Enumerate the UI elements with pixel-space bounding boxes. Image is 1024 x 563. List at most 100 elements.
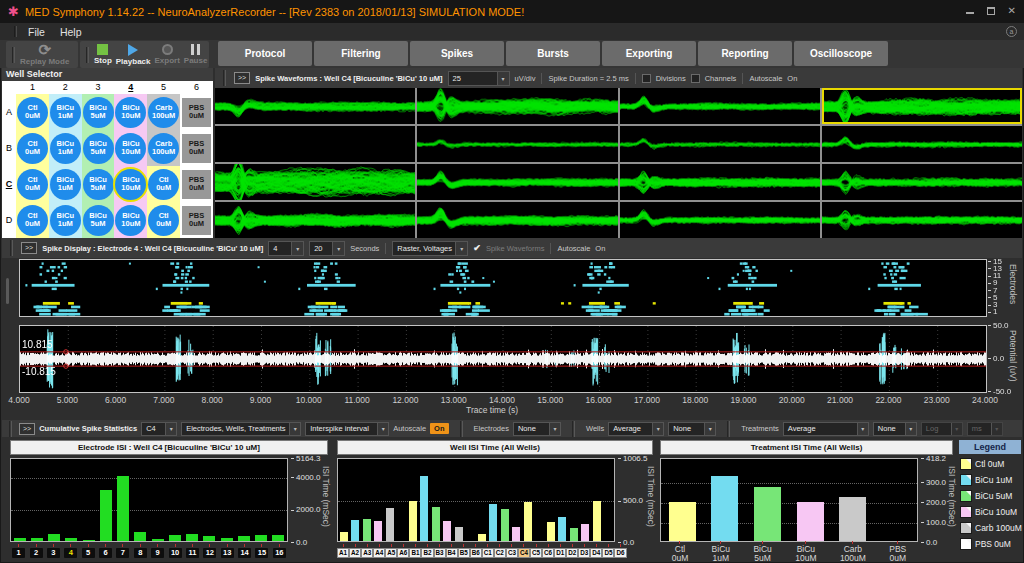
well-C5[interactable]: Ctl0uM xyxy=(148,169,179,200)
well-B6[interactable]: PBS0uM xyxy=(182,134,211,163)
chart-plot[interactable] xyxy=(660,458,918,542)
playback-button[interactable]: Playback xyxy=(114,44,153,66)
x-label-A1[interactable]: A1 xyxy=(337,548,349,558)
electrode-dropdown[interactable]: 4 xyxy=(268,241,304,256)
stats-scope-dropdown[interactable]: Electrodes, Wells, Treatments xyxy=(181,422,301,436)
autoscale-on-button[interactable]: On xyxy=(430,423,448,434)
autoscale-state[interactable]: On xyxy=(595,244,605,253)
x-label-1[interactable]: 1 xyxy=(12,548,25,558)
x-label-D1[interactable]: D1 xyxy=(554,548,566,558)
channels-checkbox[interactable] xyxy=(691,74,700,83)
scale-dropdown[interactable]: 25 xyxy=(448,71,510,86)
x-label-D4[interactable]: D4 xyxy=(590,548,602,558)
well-A6[interactable]: PBS0uM xyxy=(182,98,211,127)
stop-button[interactable]: Stop xyxy=(92,44,114,65)
waveform-cell-1[interactable] xyxy=(215,88,415,124)
raster-plot[interactable] xyxy=(19,259,987,317)
autoscale-state[interactable]: On xyxy=(787,74,797,83)
x-label-D3[interactable]: D3 xyxy=(578,548,590,558)
well-B4[interactable]: BiCu10uM xyxy=(115,133,146,164)
well-B2[interactable]: BiCu1uM xyxy=(50,133,81,164)
treatments-none-dropdown[interactable]: None xyxy=(873,422,917,436)
export-button[interactable]: Export xyxy=(152,44,181,65)
pause-button[interactable]: Pause xyxy=(182,44,210,65)
well-A1[interactable]: Ctl0uM xyxy=(17,97,48,128)
tab-filtering[interactable]: Filtering xyxy=(314,41,408,66)
tab-spikes[interactable]: Spikes xyxy=(410,41,504,66)
collapse-waveforms-button[interactable]: >> xyxy=(234,72,250,84)
waveform-cell-15[interactable] xyxy=(620,202,820,238)
well-A4[interactable]: BiCu10uM xyxy=(115,97,146,128)
x-label-C6[interactable]: C6 xyxy=(542,548,554,558)
x-label-B6[interactable]: B6 xyxy=(470,548,482,558)
well-C2[interactable]: BiCu1uM xyxy=(50,169,81,200)
well-C6[interactable]: PBS0uM xyxy=(182,170,211,199)
display-mode-dropdown[interactable]: Raster, Voltages xyxy=(392,241,468,256)
x-label-B4[interactable]: B4 xyxy=(446,548,458,558)
well-D5[interactable]: Ctl0uM xyxy=(148,205,179,236)
maximize-icon[interactable] xyxy=(987,7,995,15)
x-label-D5[interactable]: D5 xyxy=(602,548,614,558)
x-label-14[interactable]: 14 xyxy=(238,548,251,558)
chart-plot[interactable] xyxy=(10,458,288,542)
x-label-A4[interactable]: A4 xyxy=(373,548,385,558)
waveform-cell-3[interactable] xyxy=(620,88,820,124)
x-label-8[interactable]: 8 xyxy=(134,548,147,558)
x-label-B3[interactable]: B3 xyxy=(434,548,446,558)
x-label-3[interactable]: 3 xyxy=(47,548,60,558)
voltage-trace-plot[interactable] xyxy=(19,325,987,393)
x-label-C5[interactable]: C5 xyxy=(530,548,542,558)
tab-reporting[interactable]: Reporting xyxy=(698,41,792,66)
x-label-12[interactable]: 12 xyxy=(203,548,216,558)
well-D4[interactable]: BiCu10uM xyxy=(115,205,146,236)
x-label-D2[interactable]: D2 xyxy=(566,548,578,558)
x-label-15[interactable]: 15 xyxy=(255,548,268,558)
x-label-16[interactable]: 16 xyxy=(273,548,286,558)
well-B1[interactable]: Ctl0uM xyxy=(17,133,48,164)
x-label-11[interactable]: 11 xyxy=(186,548,199,558)
x-label-D6[interactable]: D6 xyxy=(614,548,626,558)
window-dropdown[interactable]: 20 xyxy=(309,241,345,256)
treatments-average-dropdown[interactable]: Average xyxy=(783,422,869,436)
x-label-B1[interactable]: B1 xyxy=(409,548,421,558)
waveform-cell-2[interactable] xyxy=(417,88,617,124)
close-icon[interactable] xyxy=(1008,6,1016,15)
panel-handle[interactable] xyxy=(6,278,9,304)
x-label-2[interactable]: 2 xyxy=(30,548,43,558)
tab-oscilloscope[interactable]: Oscilloscope xyxy=(794,41,888,66)
x-label-5[interactable]: 5 xyxy=(82,548,95,558)
x-label-4[interactable]: 4 xyxy=(64,548,77,558)
x-label-C1[interactable]: C1 xyxy=(482,548,494,558)
tab-exporting[interactable]: Exporting xyxy=(602,41,696,66)
checkmark-icon[interactable] xyxy=(473,243,481,253)
well-D1[interactable]: Ctl0uM xyxy=(17,205,48,236)
waveform-cell-5[interactable] xyxy=(215,126,415,162)
collapse-statistics-button[interactable]: >> xyxy=(19,423,35,435)
well-D2[interactable]: BiCu1uM xyxy=(50,205,81,236)
waveform-cell-11[interactable] xyxy=(620,164,820,200)
x-label-C4[interactable]: C4 xyxy=(518,548,530,558)
waveform-cell-8[interactable] xyxy=(822,126,1022,162)
x-label-A3[interactable]: A3 xyxy=(361,548,373,558)
chart-plot[interactable] xyxy=(337,458,615,542)
waveform-cell-13[interactable] xyxy=(215,202,415,238)
x-label-9[interactable]: 9 xyxy=(151,548,164,558)
stats-metric-dropdown[interactable]: Interspike interval xyxy=(305,422,389,436)
menu-help[interactable]: Help xyxy=(60,26,82,38)
tab-protocol[interactable]: Protocol xyxy=(218,41,312,66)
x-label-7[interactable]: 7 xyxy=(116,548,129,558)
well-C3[interactable]: BiCu5uM xyxy=(83,169,114,200)
collapse-display-button[interactable]: >> xyxy=(21,242,37,254)
well-B3[interactable]: BiCu5uM xyxy=(83,133,114,164)
x-label-6[interactable]: 6 xyxy=(99,548,112,558)
waveform-cell-14[interactable] xyxy=(417,202,617,238)
divisions-checkbox[interactable] xyxy=(642,74,651,83)
tab-bursts[interactable]: Bursts xyxy=(506,41,600,66)
x-label-C3[interactable]: C3 xyxy=(506,548,518,558)
electrodes-dropdown[interactable]: None xyxy=(513,422,561,436)
x-label-A2[interactable]: A2 xyxy=(349,548,361,558)
waveform-cell-16[interactable] xyxy=(822,202,1022,238)
well-D3[interactable]: BiCu5uM xyxy=(83,205,114,236)
waveform-cell-4[interactable] xyxy=(822,88,1022,124)
x-label-B5[interactable]: B5 xyxy=(458,548,470,558)
